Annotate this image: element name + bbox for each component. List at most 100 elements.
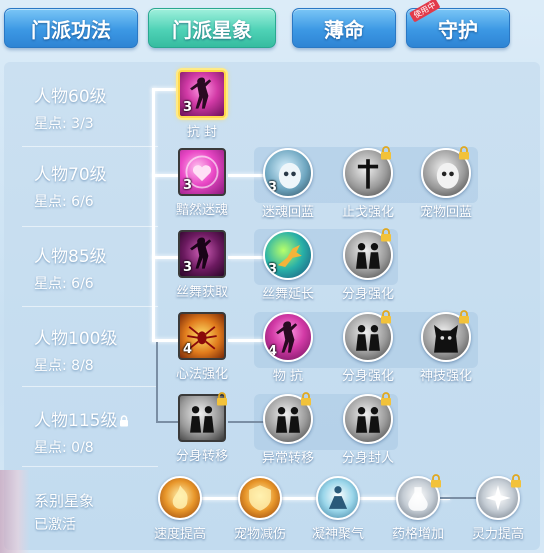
dancer-icon: 3 — [178, 230, 226, 278]
node-phys-resist[interactable]: 4 物 抗 — [256, 312, 320, 384]
lock-icon — [381, 146, 391, 160]
ghost-face-icon: 3 — [263, 148, 313, 198]
level-label: 人物60级 — [34, 87, 107, 107]
node-clone-boost-100[interactable]: 分身强化 — [336, 310, 400, 384]
lock-icon — [459, 310, 469, 324]
level-label: 人物70级 — [34, 165, 107, 185]
lock-icon — [511, 474, 521, 488]
node-count: 3 — [268, 180, 278, 195]
node-clone-seal[interactable]: 分身封人 — [336, 392, 400, 466]
node-label: 迷魂回蓝 — [261, 205, 314, 220]
node-clone-transfer[interactable]: 分身转移 — [170, 392, 234, 464]
lock-icon — [301, 392, 311, 406]
level-label: 人物85级 — [34, 247, 107, 267]
row-info-115: 人物115级 星点: 0/8 — [34, 406, 129, 457]
node-count: 4 — [183, 342, 193, 357]
connector — [156, 342, 158, 422]
node-count: 3 — [183, 100, 193, 115]
node-count: 4 — [268, 344, 278, 359]
node-label: 分身转移 — [175, 449, 228, 464]
node-speed-up[interactable]: 速度提高 — [148, 476, 212, 542]
node-label: 分身封人 — [341, 451, 394, 466]
node-clone-boost-85[interactable]: 分身强化 — [336, 228, 400, 302]
node-silk-dance-extend[interactable]: 3 丝舞延长 — [256, 230, 320, 302]
node-label: 黯然迷魂 — [175, 203, 228, 218]
lock-icon — [459, 146, 469, 160]
node-label: 心法强化 — [175, 367, 228, 382]
node-label: 物 抗 — [272, 369, 304, 384]
fighter-icon: 3 — [263, 230, 313, 280]
level-label: 人物115级 — [34, 411, 118, 431]
star-points: 星点: 6/6 — [34, 276, 94, 292]
lock-icon — [217, 392, 227, 406]
connector — [152, 88, 155, 342]
node-focus-qi[interactable]: 凝神聚气 — [306, 476, 370, 542]
node-status-transfer[interactable]: 异常转移 — [256, 392, 320, 466]
meditation-icon — [316, 476, 360, 520]
tab-guard[interactable]: 使用中 守护 — [406, 0, 510, 48]
node-label: 速度提高 — [153, 527, 206, 542]
node-label: 灵力提高 — [471, 527, 524, 542]
lock-icon — [120, 415, 129, 427]
node-pet-dmg-reduce[interactable]: 宠物减伤 — [228, 476, 292, 542]
node-label: 分身强化 — [341, 369, 394, 384]
node-label: 药格增加 — [391, 527, 444, 542]
node-label: 丝舞延长 — [261, 287, 314, 302]
in-use-badge: 使用中 — [409, 0, 441, 23]
tab-label: 门派功法 — [31, 17, 111, 42]
node-potion-slot[interactable]: 药格增加 — [386, 474, 450, 542]
node-label: 神技强化 — [419, 369, 472, 384]
tab-label: 守护 — [438, 17, 478, 42]
lock-icon — [381, 228, 391, 242]
node-label: 丝舞获取 — [175, 285, 228, 300]
tab-fate[interactable]: 薄命 — [292, 8, 396, 48]
row-info-70: 人物70级 星点: 6/6 — [34, 160, 107, 211]
node-label: 凝神聚气 — [311, 527, 364, 542]
tab-sect-stars[interactable]: 门派星象 — [148, 8, 276, 48]
node-spirit-up[interactable]: 灵力提高 — [466, 474, 530, 542]
row-divider — [22, 146, 158, 147]
node-label: 宠物减伤 — [233, 527, 286, 542]
tab-sect-skills[interactable]: 门派功法 — [4, 8, 138, 48]
node-mind-boost[interactable]: 4 心法强化 — [170, 312, 234, 382]
tab-label: 门派星象 — [172, 17, 252, 42]
row-divider — [22, 386, 158, 387]
paw-shield-icon — [238, 476, 282, 520]
row-divider — [22, 466, 158, 467]
level-label: 人物100级 — [34, 329, 118, 349]
node-label: 止戈强化 — [341, 205, 394, 220]
spider-icon: 4 — [178, 312, 226, 360]
lock-icon — [431, 474, 441, 488]
dancer-icon: 4 — [263, 312, 313, 362]
star-points: 星点: 3/3 — [34, 116, 94, 132]
row-info-100: 人物100级 星点: 8/8 — [34, 324, 117, 375]
node-count: 3 — [183, 260, 193, 275]
star-points: 星点: 8/8 — [34, 358, 94, 374]
node-halt-boost[interactable]: 止戈强化 — [336, 146, 400, 220]
row-info-60: 人物60级 星点: 3/3 — [34, 82, 107, 133]
decorative-figure — [0, 470, 30, 553]
star-points: 星点: 6/6 — [34, 194, 94, 210]
lock-icon — [381, 392, 391, 406]
system-status: 已激活 — [34, 517, 76, 533]
dancer-icon: 3 — [178, 70, 226, 118]
node-resist-seal[interactable]: 3 抗 封 — [170, 70, 234, 140]
node-label: 抗 封 — [186, 125, 218, 140]
system-title: 系别星象 — [34, 492, 95, 510]
node-soul-mana[interactable]: 3 迷魂回蓝 — [256, 148, 320, 220]
star-points: 星点: 0/8 — [34, 440, 94, 456]
row-divider — [22, 226, 158, 227]
node-count: 3 — [183, 178, 193, 193]
node-silk-dance-gain[interactable]: 3 丝舞获取 — [170, 230, 234, 300]
tab-label: 薄命 — [324, 17, 364, 42]
heart-swirl-icon: 3 — [178, 148, 226, 196]
fire-burst-icon — [158, 476, 202, 520]
node-label: 异常转移 — [261, 451, 314, 466]
row-info-85: 人物85级 星点: 6/6 — [34, 242, 107, 293]
node-label: 分身强化 — [341, 287, 394, 302]
lock-icon — [381, 310, 391, 324]
node-lost-soul[interactable]: 3 黯然迷魂 — [170, 148, 234, 218]
row-divider — [22, 306, 158, 307]
node-divine-boost[interactable]: 神技强化 — [414, 310, 478, 384]
node-pet-mana[interactable]: 宠物回蓝 — [414, 146, 478, 220]
